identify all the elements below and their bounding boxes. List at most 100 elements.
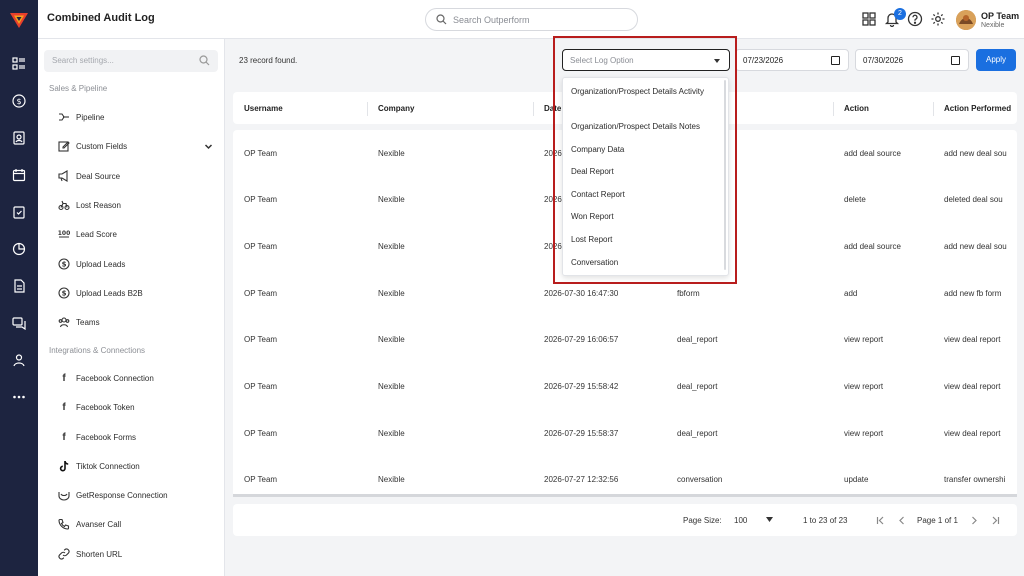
table-row[interactable]: OP Team Nexible 2026-07-29 16:06:57 deal…	[233, 316, 1017, 362]
app-logo-icon[interactable]	[9, 10, 29, 30]
cell-company: Nexible	[378, 195, 405, 204]
tasks-icon[interactable]	[10, 203, 28, 221]
sidebar-item-upload-leads[interactable]: $ Upload Leads	[58, 256, 125, 272]
sidebar-item-label: Deal Source	[76, 171, 121, 181]
column-separator[interactable]	[533, 102, 534, 116]
sidebar-item-lead-score[interactable]: 100 Lead Score	[58, 226, 117, 242]
column-header-company[interactable]: Company	[378, 104, 414, 113]
user-name[interactable]: OP Team	[981, 11, 1019, 21]
calendar-icon[interactable]	[831, 56, 840, 65]
cell-action-performed: add new deal sou	[944, 242, 1007, 251]
megaphone-icon	[58, 170, 70, 182]
sidebar-item-tiktok-connection[interactable]: Tiktok Connection	[58, 458, 140, 474]
sidebar-item-label: Tiktok Connection	[76, 461, 140, 471]
caret-down-icon[interactable]	[766, 517, 773, 523]
pipeline-icon	[58, 111, 70, 123]
cell-action: add	[844, 289, 858, 298]
record-count: 23 record found.	[239, 56, 298, 65]
cell-username: OP Team	[244, 195, 278, 204]
column-separator[interactable]	[833, 102, 834, 116]
date-to-input[interactable]: 07/30/2026	[855, 49, 969, 71]
table-row[interactable]: OP Team Nexible 2026-07-29 15:58:42 deal…	[233, 363, 1017, 409]
page-info: Page 1 of 1	[917, 516, 958, 525]
sidebar-item-pipeline[interactable]: Pipeline	[58, 109, 104, 125]
cell-type: fbform	[677, 289, 700, 298]
cell-company: Nexible	[378, 149, 405, 158]
sidebar-item-label: Avanser Call	[76, 519, 122, 529]
cell-company: Nexible	[378, 475, 405, 484]
pagination-bar: Page Size: 100 1 to 23 of 23 Page 1 of 1	[233, 504, 1017, 536]
first-page-icon[interactable]	[876, 516, 886, 525]
calendar-icon[interactable]	[10, 166, 28, 184]
sidebar-item-facebook-connection[interactable]: f Facebook Connection	[58, 370, 154, 386]
column-header-action-performed[interactable]: Action Performed	[944, 104, 1011, 113]
documents-icon[interactable]	[10, 277, 28, 295]
horizontal-scrollbar[interactable]	[233, 494, 1017, 497]
apply-button[interactable]: Apply	[976, 49, 1016, 71]
sidebar-item-facebook-forms[interactable]: f Facebook Forms	[58, 429, 136, 445]
sidebar-item-teams[interactable]: Teams	[58, 314, 100, 330]
prev-page-icon[interactable]	[898, 516, 906, 525]
more-icon[interactable]	[10, 388, 28, 406]
sidebar-item-label: Custom Fields	[76, 141, 128, 151]
sidebar-item-getresponse-connection[interactable]: GetResponse Connection	[58, 487, 168, 503]
help-icon[interactable]	[907, 11, 923, 27]
sidebar-item-facebook-token[interactable]: f Facebook Token	[58, 399, 135, 415]
global-search-input[interactable]: Search Outperform	[425, 8, 638, 31]
cell-username: OP Team	[244, 335, 278, 344]
sidebar-item-label: Facebook Token	[76, 402, 135, 412]
edit-icon	[58, 140, 70, 152]
chevron-down-icon[interactable]	[204, 142, 213, 151]
sidebar-item-deal-source[interactable]: Deal Source	[58, 168, 120, 184]
cell-username: OP Team	[244, 382, 278, 391]
dollar-circle-icon: $	[58, 258, 70, 270]
next-page-icon[interactable]	[970, 516, 978, 525]
users-icon[interactable]	[10, 351, 28, 369]
sidebar-item-lost-reason[interactable]: Lost Reason	[58, 197, 121, 213]
cell-action: delete	[844, 195, 866, 204]
calendar-icon[interactable]	[951, 56, 960, 65]
sidebar-item-shorten-url[interactable]: Shorten URL	[58, 546, 122, 562]
column-header-action[interactable]: Action	[844, 104, 869, 113]
date-from-input[interactable]: 07/23/2026	[735, 49, 849, 71]
cell-company: Nexible	[378, 242, 405, 251]
sidebar-item-custom-fields[interactable]: Custom Fields	[58, 138, 127, 154]
chat-icon[interactable]	[10, 314, 28, 332]
column-header-username[interactable]: Username	[244, 104, 283, 113]
left-rail: $	[0, 0, 38, 576]
cell-company: Nexible	[378, 429, 405, 438]
cell-action-performed: transfer ownershi	[944, 475, 1006, 484]
avatar[interactable]	[956, 10, 976, 30]
sidebar-item-avanser-call[interactable]: Avanser Call	[58, 516, 121, 532]
cell-type: deal_report	[677, 382, 718, 391]
svg-text:$: $	[62, 261, 67, 269]
settings-gear-icon[interactable]	[930, 11, 946, 27]
column-separator[interactable]	[933, 102, 934, 116]
facebook-icon: f	[62, 372, 66, 384]
column-separator[interactable]	[367, 102, 368, 116]
cell-action-performed: deleted deal sou	[944, 195, 1003, 204]
table-row[interactable]: OP Team Nexible 2026-07-29 15:58:37 deal…	[233, 410, 1017, 456]
sidebar-item-upload-leads-b2b[interactable]: $ Upload Leads B2B	[58, 285, 143, 301]
cell-company: Nexible	[378, 289, 405, 298]
dollar-icon[interactable]: $	[10, 92, 28, 110]
cell-action: update	[844, 475, 869, 484]
getresponse-icon	[58, 489, 70, 501]
contacts-icon[interactable]	[10, 129, 28, 147]
page-size-select[interactable]: 100	[734, 516, 747, 525]
last-page-icon[interactable]	[990, 516, 1000, 525]
svg-text:$: $	[62, 290, 67, 298]
apps-grid-icon[interactable]	[861, 11, 877, 27]
cell-date: 2026-07-30 16:47:30	[544, 289, 619, 298]
facebook-icon: f	[62, 431, 66, 443]
dashboard-icon[interactable]	[10, 55, 28, 73]
reports-icon[interactable]	[10, 240, 28, 258]
table-row[interactable]: OP Team Nexible 2026-07-27 12:32:56 conv…	[233, 456, 1017, 497]
date-to-value: 07/30/2026	[863, 56, 904, 65]
svg-text:100: 100	[58, 230, 70, 237]
cell-action: view report	[844, 382, 884, 391]
group-label-sales: Sales & Pipeline	[49, 84, 108, 93]
cell-action-performed: view deal report	[944, 382, 1001, 391]
settings-search-input[interactable]: Search settings...	[44, 50, 218, 72]
sidebar-item-label: Teams	[76, 317, 100, 327]
